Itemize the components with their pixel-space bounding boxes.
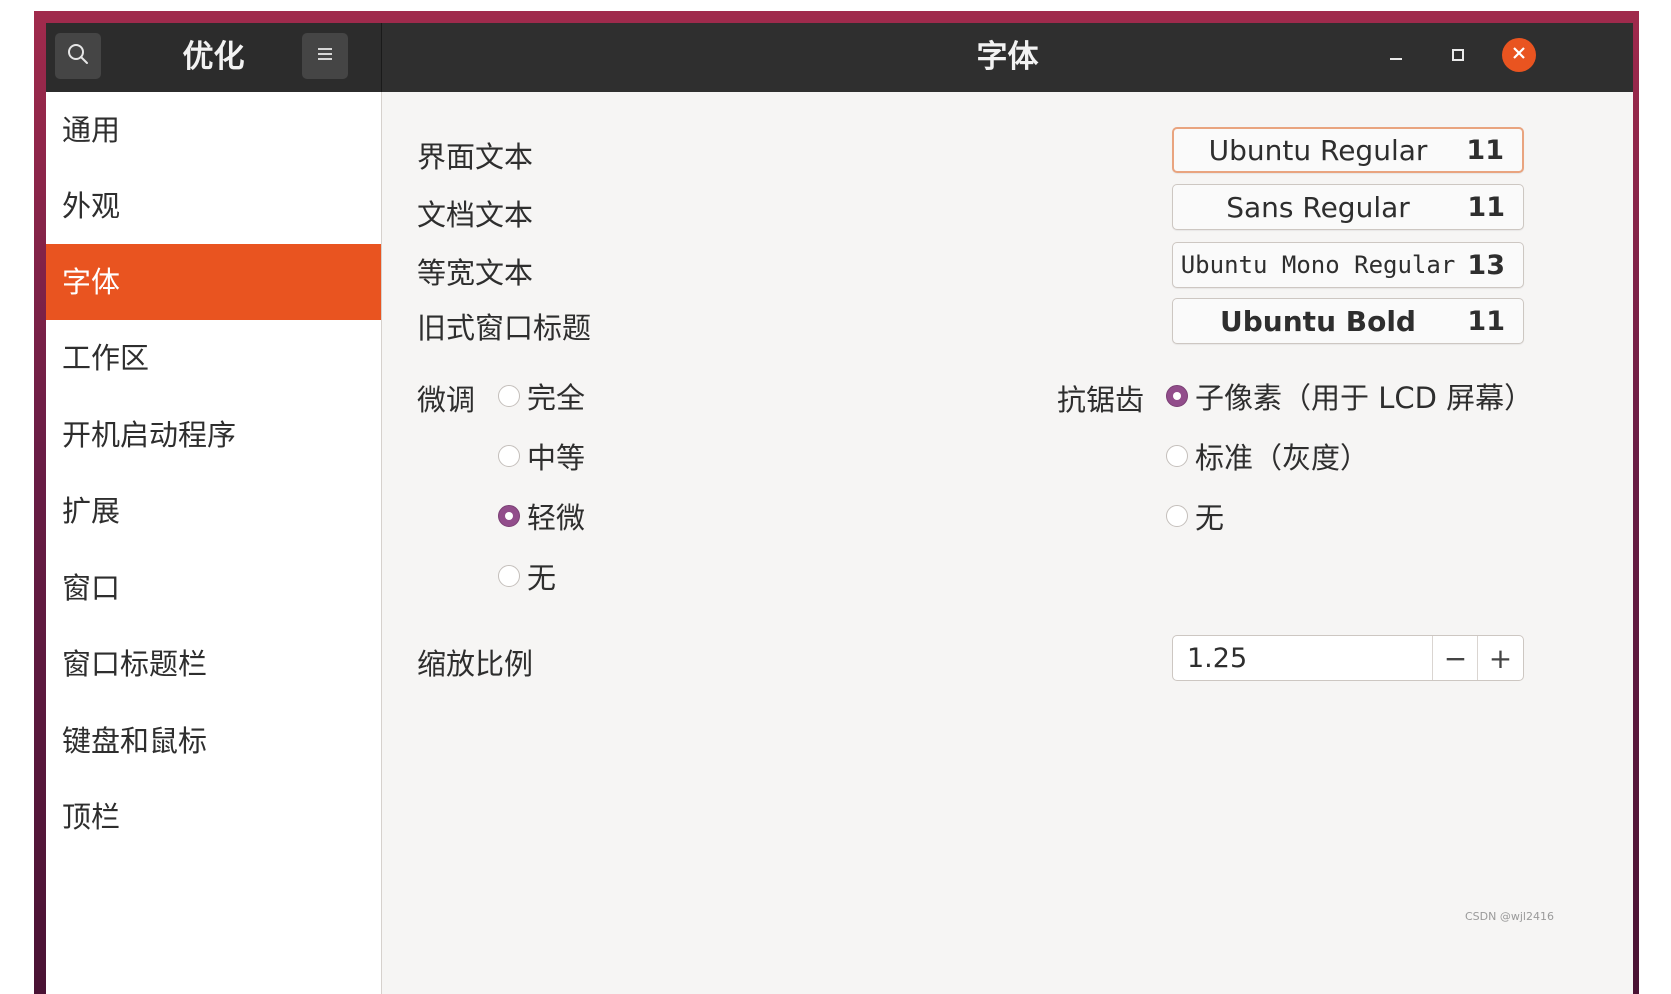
radio-label: 标准（灰度）: [1195, 441, 1370, 475]
tweaks-window: 优化 字体 通用 外观 字体 工作区 开机启动程序 扩展 窗口 窗口标题栏 键盘…: [46, 23, 1633, 994]
sidebar-item-extensions[interactable]: 扩展: [46, 473, 381, 549]
antialiasing-label: 抗锯齿: [1057, 383, 1145, 417]
legacy-title-label: 旧式窗口标题: [417, 311, 592, 345]
font-name: Ubuntu Bold: [1220, 304, 1416, 338]
antialiasing-option-standard[interactable]: 标准（灰度）: [1166, 436, 1369, 476]
close-icon: [1511, 45, 1527, 65]
search-button[interactable]: [55, 33, 101, 79]
antialiasing-option-subpixel[interactable]: 子像素（用于 LCD 屏幕）: [1166, 376, 1533, 416]
sidebar-item-workspaces[interactable]: 工作区: [46, 320, 381, 396]
hinting-option-full[interactable]: 完全: [498, 376, 585, 416]
radio-button[interactable]: [1166, 505, 1188, 527]
minimize-button[interactable]: [1378, 39, 1414, 75]
radio-button-selected[interactable]: [1166, 385, 1188, 407]
font-name: Ubuntu Regular: [1208, 133, 1428, 167]
interface-text-label: 界面文本: [417, 140, 534, 174]
font-size: 11: [1467, 191, 1505, 223]
monospace-font-button[interactable]: Ubuntu Mono Regular 13: [1172, 242, 1524, 288]
hamburger-menu-icon: [315, 44, 335, 68]
hinting-option-slight[interactable]: 轻微: [498, 496, 585, 536]
menu-button[interactable]: [302, 33, 348, 79]
maximize-button[interactable]: [1440, 39, 1476, 75]
monospace-text-label: 等宽文本: [417, 256, 534, 290]
font-size: 11: [1466, 134, 1504, 166]
search-icon: [66, 42, 90, 70]
document-text-label: 文档文本: [417, 198, 534, 232]
document-font-button[interactable]: Sans Regular 11: [1172, 184, 1524, 230]
interface-font-button[interactable]: Ubuntu Regular 11: [1172, 127, 1524, 173]
increment-button[interactable]: +: [1477, 636, 1523, 680]
fonts-panel: 界面文本 Ubuntu Regular 11 文档文本 Sans Regular…: [382, 92, 1633, 994]
radio-label: 无: [1195, 501, 1225, 535]
watermark: CSDN @wjl2416: [1465, 910, 1554, 923]
radio-button[interactable]: [498, 445, 520, 467]
scaling-factor-input[interactable]: 1.25: [1187, 636, 1247, 680]
font-size: 11: [1467, 305, 1505, 337]
hinting-label: 微调: [417, 383, 476, 417]
maximize-icon: [1450, 47, 1466, 67]
main-header: 字体: [382, 23, 1633, 92]
sidebar-item-appearance[interactable]: 外观: [46, 168, 381, 244]
decrement-button[interactable]: −: [1432, 636, 1478, 680]
radio-button[interactable]: [498, 385, 520, 407]
radio-button[interactable]: [498, 565, 520, 587]
sidebar-item-window-titlebars[interactable]: 窗口标题栏: [46, 626, 381, 702]
sidebar-item-fonts[interactable]: 字体: [46, 244, 381, 320]
legacy-title-font-button[interactable]: Ubuntu Bold 11: [1172, 298, 1524, 344]
hinting-option-none[interactable]: 无: [498, 556, 556, 596]
sidebar-item-general[interactable]: 通用: [46, 92, 381, 168]
font-name: Sans Regular: [1226, 190, 1410, 224]
radio-button-selected[interactable]: [498, 505, 520, 527]
sidebar: 通用 外观 字体 工作区 开机启动程序 扩展 窗口 窗口标题栏 键盘和鼠标 顶栏: [46, 92, 382, 994]
radio-label: 完全: [527, 381, 586, 415]
sidebar-item-top-bar[interactable]: 顶栏: [46, 779, 381, 855]
hinting-option-medium[interactable]: 中等: [498, 436, 585, 476]
app-title: 优化: [182, 39, 245, 75]
antialiasing-option-none[interactable]: 无: [1166, 496, 1224, 536]
close-button[interactable]: [1502, 38, 1536, 72]
radio-label: 子像素（用于 LCD 屏幕）: [1195, 381, 1534, 415]
radio-button[interactable]: [1166, 445, 1188, 467]
radio-label: 轻微: [527, 501, 586, 535]
sidebar-item-startup-apps[interactable]: 开机启动程序: [46, 397, 381, 473]
sidebar-header: 优化: [46, 23, 382, 92]
minimize-icon: [1388, 47, 1404, 67]
sidebar-item-windows[interactable]: 窗口: [46, 550, 381, 626]
font-name: Ubuntu Mono Regular: [1180, 251, 1456, 279]
scaling-factor-label: 缩放比例: [417, 647, 534, 681]
font-size: 13: [1467, 249, 1505, 281]
radio-label: 无: [527, 561, 557, 595]
radio-label: 中等: [527, 441, 586, 475]
scaling-factor-spinner: 1.25 − +: [1172, 635, 1524, 681]
sidebar-item-keyboard-mouse[interactable]: 键盘和鼠标: [46, 703, 381, 779]
